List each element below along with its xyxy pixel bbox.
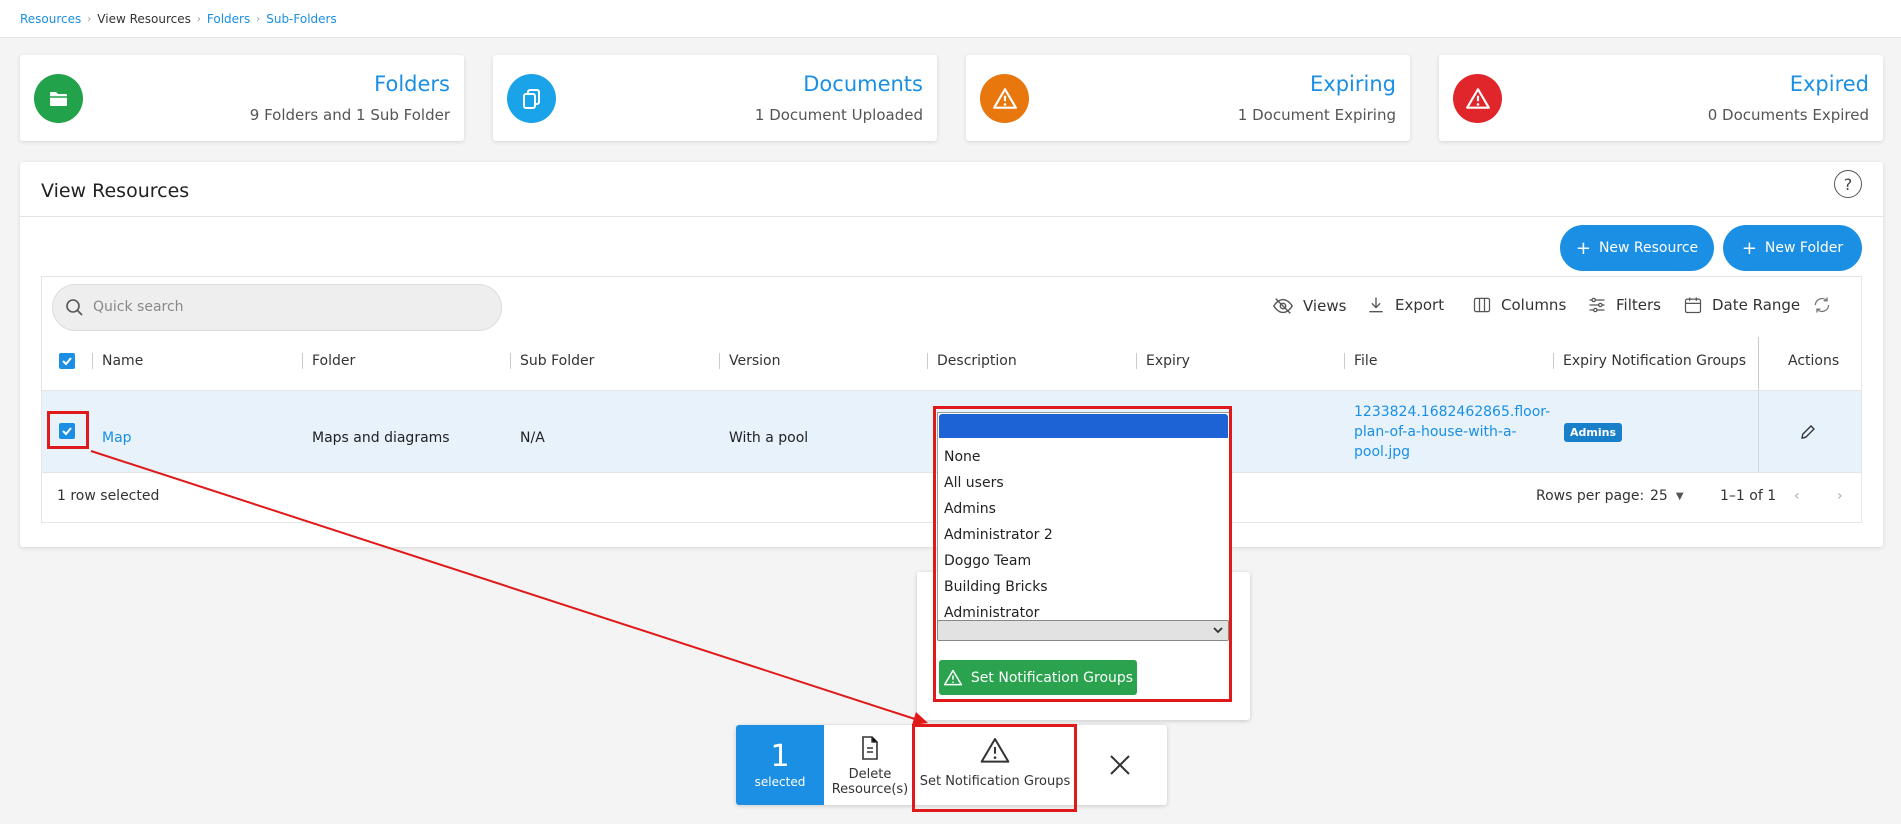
- annotation-arrow: [90, 450, 928, 725]
